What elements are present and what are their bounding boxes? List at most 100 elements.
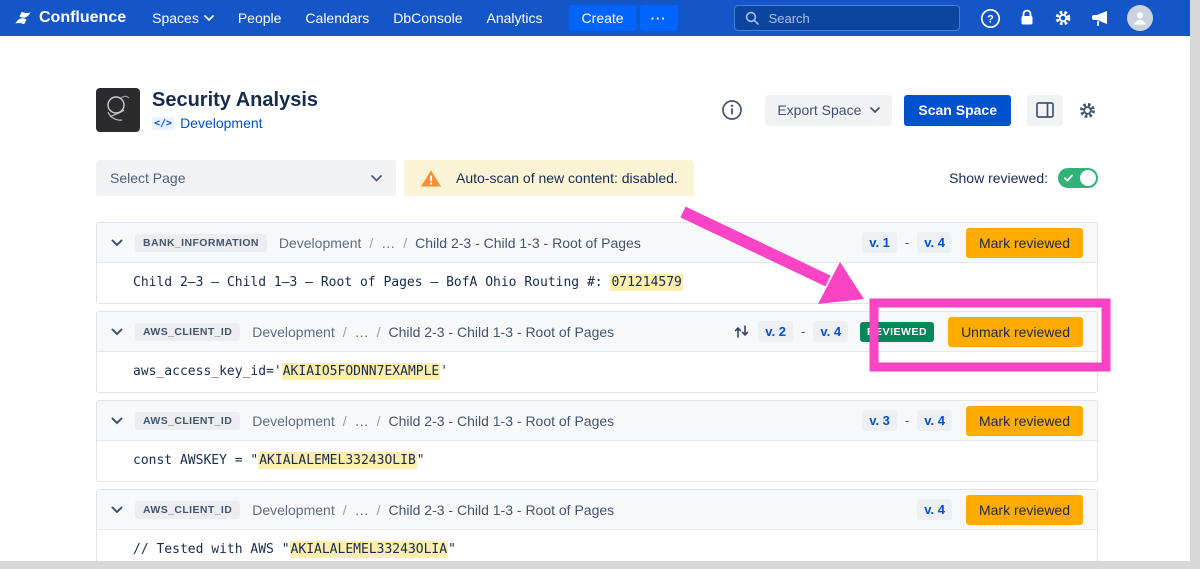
- collapse-toggle[interactable]: [111, 239, 123, 247]
- breadcrumb-separator: /: [343, 324, 347, 340]
- warning-icon: [420, 169, 442, 188]
- version-from-link[interactable]: v. 1: [862, 232, 897, 253]
- finding-card: AWS_CLIENT_ID Development / … / Child 2-…: [96, 311, 1098, 393]
- breadcrumb-page[interactable]: Child 2-3 - Child 1-3 - Root of Pages: [389, 413, 615, 429]
- side-panel-button[interactable]: [1027, 95, 1063, 126]
- finding-type-badge: AWS_CLIENT_ID: [135, 501, 240, 519]
- chevron-down-icon: [870, 107, 880, 113]
- scan-space-button[interactable]: Scan Space: [904, 95, 1011, 126]
- navbar-icon-cluster: ?: [980, 5, 1153, 31]
- collapse-toggle[interactable]: [111, 417, 123, 425]
- finding-header: AWS_CLIENT_ID Development / … / Child 2-…: [97, 490, 1097, 530]
- findings-list: BANK_INFORMATION Development / … / Child…: [96, 222, 1098, 561]
- gear-icon: [1077, 100, 1098, 121]
- version-to-link[interactable]: v. 4: [917, 410, 952, 431]
- version-to-link[interactable]: v. 4: [917, 232, 952, 253]
- finding-type-badge: AWS_CLIENT_ID: [135, 323, 240, 341]
- version-from-link[interactable]: v. 3: [862, 410, 897, 431]
- breadcrumb-page[interactable]: Child 2-3 - Child 1-3 - Root of Pages: [389, 324, 615, 340]
- version-to-link[interactable]: v. 4: [917, 499, 952, 520]
- nav-item-analytics[interactable]: Analytics: [487, 10, 543, 26]
- announcements-button[interactable]: [1090, 9, 1110, 27]
- breadcrumb-separator: /: [377, 324, 381, 340]
- admin-lock-button[interactable]: [1018, 8, 1036, 28]
- finding-type-badge: BANK_INFORMATION: [135, 234, 267, 252]
- nav-item-calendars[interactable]: Calendars: [305, 10, 369, 26]
- finding-snippet: Child 2–3 – Child 1–3 – Root of Pages – …: [97, 263, 1097, 303]
- search-box[interactable]: [734, 5, 960, 31]
- show-reviewed-label: Show reviewed:: [949, 170, 1048, 186]
- create-button[interactable]: Create: [569, 5, 637, 31]
- breadcrumb-space[interactable]: Development: [252, 413, 335, 429]
- version-dash: -: [801, 324, 805, 339]
- confluence-home-link[interactable]: Confluence: [14, 9, 126, 27]
- chevron-down-icon: [111, 328, 123, 336]
- nav-item-people[interactable]: People: [238, 10, 282, 26]
- version-to-link[interactable]: v. 4: [813, 321, 848, 342]
- breadcrumb-space[interactable]: Development: [252, 324, 335, 340]
- brand-label: Confluence: [39, 9, 126, 27]
- finding-snippet: // Tested with AWS "AKIALALEMEL33243OLIA…: [97, 530, 1097, 561]
- breadcrumb-ellipsis[interactable]: …: [355, 413, 369, 429]
- unmark-reviewed-button[interactable]: Unmark reviewed: [948, 317, 1083, 347]
- info-button[interactable]: [721, 99, 743, 121]
- mark-reviewed-button[interactable]: Mark reviewed: [966, 495, 1083, 525]
- person-icon: [1132, 10, 1148, 26]
- settings-button[interactable]: [1053, 8, 1073, 28]
- chevron-down-icon: [111, 417, 123, 425]
- user-avatar[interactable]: [1127, 5, 1153, 31]
- breadcrumb-ellipsis[interactable]: …: [381, 235, 395, 251]
- space-avatar-image: [96, 88, 140, 132]
- finding-snippet: aws_access_key_id='AKIAIO5FODNN7EXAMPLE': [97, 352, 1097, 392]
- layout-panel-icon: [1036, 102, 1054, 118]
- version-from-link[interactable]: v. 2: [758, 321, 793, 342]
- toggle-knob: [1080, 170, 1096, 186]
- breadcrumb-ellipsis[interactable]: …: [355, 502, 369, 518]
- finding-actions: v. 4 Mark reviewed: [917, 495, 1083, 525]
- finding-header: AWS_CLIENT_ID Development / … / Child 2-…: [97, 312, 1097, 352]
- mark-reviewed-button[interactable]: Mark reviewed: [966, 228, 1083, 258]
- space-avatar[interactable]: [96, 88, 140, 132]
- chevron-down-icon: [111, 239, 123, 247]
- nav-item-dbconsole[interactable]: DbConsole: [393, 10, 462, 26]
- check-icon: [1064, 174, 1073, 182]
- sensitive-highlight: 071214579: [610, 274, 682, 291]
- header-actions: Export Space Scan Space: [721, 95, 1098, 126]
- search-input[interactable]: [767, 10, 949, 27]
- page-title: Security Analysis: [152, 89, 318, 112]
- svg-text:?: ?: [987, 13, 994, 25]
- finding-card: AWS_CLIENT_ID Development / … / Child 2-…: [96, 489, 1098, 561]
- breadcrumb-ellipsis[interactable]: …: [355, 324, 369, 340]
- breadcrumb-page[interactable]: Child 2-3 - Child 1-3 - Root of Pages: [415, 235, 641, 251]
- confluence-page: Confluence Spaces People Calendars DbCon…: [0, 0, 1190, 561]
- filter-row: Select Page Auto-scan of new content: di…: [96, 160, 1098, 196]
- more-actions-button[interactable]: ···: [640, 5, 678, 31]
- help-button[interactable]: ?: [980, 8, 1001, 29]
- space-link[interactable]: Development: [180, 115, 263, 131]
- select-page-dropdown[interactable]: Select Page: [96, 160, 396, 196]
- sensitive-highlight: AKIALALEMEL33243OLIB: [258, 452, 417, 469]
- search-icon: [745, 11, 759, 25]
- breadcrumb-space[interactable]: Development: [279, 235, 362, 251]
- breadcrumb-separator: /: [369, 235, 373, 251]
- nav-item-spaces[interactable]: Spaces: [152, 10, 214, 26]
- compare-versions-button[interactable]: [733, 323, 750, 340]
- autoscan-warning-banner: Auto-scan of new content: disabled.: [404, 160, 694, 196]
- collapse-toggle[interactable]: [111, 328, 123, 336]
- help-icon: ?: [980, 8, 1001, 29]
- space-settings-button[interactable]: [1077, 100, 1098, 121]
- export-space-button[interactable]: Export Space: [765, 95, 892, 126]
- collapse-toggle[interactable]: [111, 506, 123, 514]
- breadcrumb-page[interactable]: Child 2-3 - Child 1-3 - Root of Pages: [389, 502, 615, 518]
- show-reviewed-toggle[interactable]: [1058, 168, 1098, 188]
- mark-reviewed-button[interactable]: Mark reviewed: [966, 406, 1083, 436]
- reviewed-badge: REVIEWED: [860, 322, 934, 342]
- info-icon: [721, 99, 743, 121]
- finding-snippet: const AWSKEY = "AKIALALEMEL33243OLIB": [97, 441, 1097, 481]
- finding-actions: v. 3 - v. 4 Mark reviewed: [862, 406, 1083, 436]
- main-content: Security Analysis </> Development: [96, 84, 1098, 561]
- space-breadcrumb: </> Development: [152, 115, 318, 131]
- title-block: Security Analysis </> Development: [152, 89, 318, 131]
- breadcrumb-space[interactable]: Development: [252, 502, 335, 518]
- finding-card: AWS_CLIENT_ID Development / … / Child 2-…: [96, 400, 1098, 482]
